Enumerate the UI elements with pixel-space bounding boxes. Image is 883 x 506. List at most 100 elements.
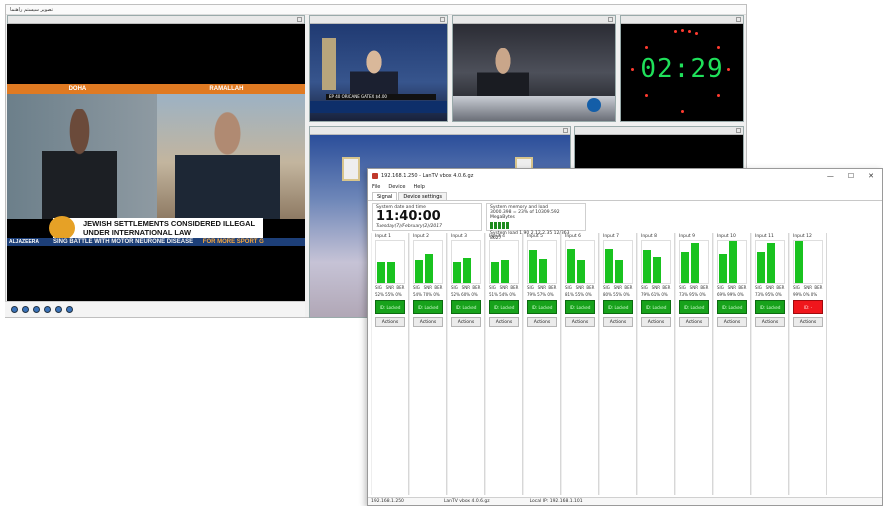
metric-values: 81% 55% 0% — [565, 292, 592, 297]
video-frame: EP 40 ORICANE GATEX $4.00 — [310, 24, 447, 121]
metric-label: SNR — [575, 285, 584, 290]
video-pane-3[interactable] — [452, 15, 616, 122]
metric-label: SNR — [423, 285, 432, 290]
actions-button[interactable]: Actions — [375, 317, 405, 327]
signal-bars — [717, 240, 747, 284]
player-controls — [5, 301, 305, 317]
close-button[interactable]: ✕ — [868, 172, 874, 180]
metric-label: SIG — [755, 285, 762, 290]
memory-value: 3000.398 = 23% of 10309.592 MegaBytes — [490, 210, 560, 220]
lock-status-indicator: ID: Locked — [679, 300, 709, 314]
lock-status-indicator: ID: - — [793, 300, 823, 314]
settings-icon[interactable] — [66, 306, 73, 313]
clock-dot — [674, 30, 677, 33]
sig-bar-slot — [567, 241, 575, 283]
metric-values: 79% 57% 0% — [527, 292, 554, 297]
signal-bars — [755, 240, 785, 284]
tab-bar: Signal Device settings — [368, 192, 882, 201]
sig-bar-slot — [377, 241, 385, 283]
actions-button[interactable]: Actions — [679, 317, 709, 327]
menu-file[interactable]: File — [372, 184, 380, 190]
actions-button[interactable]: Actions — [717, 317, 747, 327]
ber-bar-slot — [549, 241, 557, 283]
actions-button[interactable]: Actions — [793, 317, 823, 327]
sig-bar-slot — [605, 241, 613, 283]
snr-bar-slot — [729, 241, 737, 283]
snr-bar-slot — [539, 241, 547, 283]
sig-bar — [453, 262, 461, 283]
ber-bar-slot — [663, 241, 671, 283]
actions-button[interactable]: Actions — [451, 317, 481, 327]
metric-label: BER — [510, 285, 519, 290]
clock-dot — [695, 32, 698, 35]
close-icon[interactable] — [297, 17, 302, 22]
location-bar: DOHA RAMALLAH — [7, 84, 305, 94]
close-icon[interactable] — [736, 17, 741, 22]
signal-bars — [489, 240, 519, 284]
video-wall-menu[interactable]: ﺗﺼﻮﻳﺮ ﺳﻴﺴﺘﻢ ﺭاﻫﻨﻤﺎ — [6, 5, 746, 15]
record-icon[interactable] — [44, 306, 51, 313]
clock-pane[interactable]: 02:29 — [620, 15, 744, 122]
metric-labels: SIG SNR BER — [565, 285, 595, 290]
status-bar: 192.168.1.250 LanTV vbox 4.0.6.gz Local … — [368, 497, 882, 505]
lock-status-indicator: ID: Locked — [413, 300, 443, 314]
menu-help[interactable]: Help — [413, 184, 424, 190]
actions-button[interactable]: Actions — [603, 317, 633, 327]
close-icon[interactable] — [440, 17, 445, 22]
sig-bar-slot — [529, 241, 537, 283]
snr-bar — [691, 243, 699, 283]
stop-icon[interactable] — [22, 306, 29, 313]
ber-bar-slot — [435, 241, 443, 283]
actions-button[interactable]: Actions — [489, 317, 519, 327]
tab-signal[interactable]: Signal — [372, 192, 398, 200]
snr-bar — [539, 259, 547, 283]
close-icon[interactable] — [736, 128, 741, 133]
actions-button[interactable]: Actions — [641, 317, 671, 327]
snr-bar — [653, 257, 661, 283]
snr-bar — [387, 262, 395, 283]
stock-bar: EP 40 ORICANE GATEX $4.00 — [326, 94, 436, 100]
metric-label: BER — [814, 285, 823, 290]
lock-status-indicator: ID: Locked — [755, 300, 785, 314]
snr-bar — [501, 260, 509, 283]
play-icon[interactable] — [11, 306, 18, 313]
tab-device-settings[interactable]: Device settings — [398, 192, 447, 200]
close-icon[interactable] — [608, 17, 613, 22]
close-icon[interactable] — [563, 128, 568, 133]
datetime-group: System date and time 11:40:00 Tuesday(7)… — [372, 203, 482, 231]
signal-bars — [793, 240, 823, 284]
video-pane-6[interactable] — [574, 126, 744, 174]
clock-dot — [717, 46, 720, 49]
ticker-brand: ALJAZEERA — [9, 239, 40, 245]
pause-icon[interactable] — [33, 306, 40, 313]
clock-dot — [645, 94, 648, 97]
maximize-button[interactable]: ☐ — [848, 172, 854, 180]
actions-button[interactable]: Actions — [527, 317, 557, 327]
minimize-button[interactable]: — — [827, 172, 834, 180]
metric-labels: SIG SNR BER — [451, 285, 481, 290]
input-column: Input 11 SIG SNR BER 73% 95% 0% ID: Locked Act… — [751, 233, 789, 495]
metric-values: 54% 70% 0% — [413, 292, 440, 297]
input-column: Input 4 SIG SNR BER 51% 54% 0% ID: Locked Acti… — [485, 233, 523, 495]
video-pane-2[interactable]: EP 40 ORICANE GATEX $4.00 — [309, 15, 448, 122]
metric-values: 52% 60% 0% — [451, 292, 478, 297]
lock-status-indicator: ID: Locked — [375, 300, 405, 314]
sig-bar — [491, 262, 499, 283]
actions-button[interactable]: Actions — [565, 317, 595, 327]
snapshot-icon[interactable] — [55, 306, 62, 313]
clock-time: 02:29 — [640, 54, 724, 84]
app-titlebar[interactable]: 192.168.1.250 - LanTV vbox 4.0.6.gz — ☐ … — [368, 169, 882, 182]
main-video: DOHA RAMALLAH JEWISH SETTLEMENTS CONSIDE… — [7, 24, 305, 301]
metric-label: SIG — [489, 285, 496, 290]
ticker-strip — [310, 101, 447, 113]
load-bar — [498, 222, 501, 229]
actions-button[interactable]: Actions — [413, 317, 443, 327]
load-bar — [502, 222, 505, 229]
clock-dot — [631, 68, 634, 71]
menu-device[interactable]: Device — [388, 184, 405, 190]
metric-label: BER — [586, 285, 595, 290]
snr-bar-slot — [653, 241, 661, 283]
input-column: Input 2 SIG SNR BER 54% 70% 0% ID: Locked Acti… — [409, 233, 447, 495]
tower-shape — [322, 38, 336, 90]
actions-button[interactable]: Actions — [755, 317, 785, 327]
